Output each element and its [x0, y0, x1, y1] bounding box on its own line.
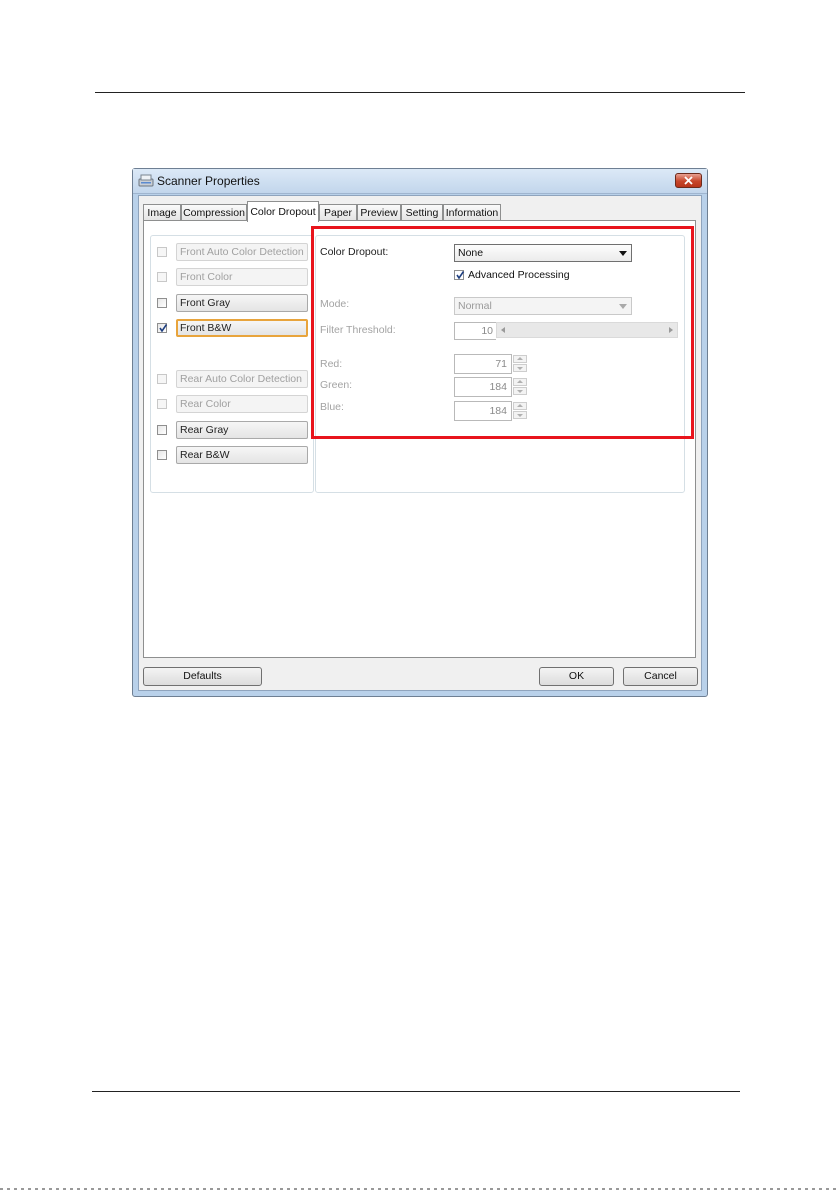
highlight-box — [311, 226, 694, 439]
image-option-front-gray: Front Gray — [151, 294, 315, 313]
tab-paper[interactable]: Paper — [319, 204, 357, 221]
cancel-button[interactable]: Cancel — [623, 667, 698, 686]
front-auto-color-checkbox[interactable] — [157, 247, 167, 257]
image-option-front-bw: Front B&W — [151, 319, 315, 338]
front-color-checkbox[interactable] — [157, 272, 167, 282]
ok-button[interactable]: OK — [539, 667, 614, 686]
rear-gray-button[interactable]: Rear Gray — [176, 421, 308, 439]
image-option-rear-bw: Rear B&W — [151, 446, 315, 465]
image-option-rear-color: Rear Color — [151, 395, 315, 414]
front-bw-checkbox[interactable] — [157, 323, 168, 333]
page-header-rule — [95, 92, 745, 93]
rear-color-button[interactable]: Rear Color — [176, 395, 308, 413]
image-option-front-color: Front Color — [151, 268, 315, 287]
front-auto-color-button[interactable]: Front Auto Color Detection — [176, 243, 308, 261]
checkmark-icon — [159, 324, 168, 333]
close-button[interactable] — [675, 173, 702, 188]
window-title: Scanner Properties — [157, 174, 260, 188]
rear-auto-color-button[interactable]: Rear Auto Color Detection — [176, 370, 308, 388]
title-bar: Scanner Properties — [133, 169, 707, 194]
tab-preview[interactable]: Preview — [357, 204, 401, 221]
tab-image[interactable]: Image — [143, 204, 181, 221]
page-bottom-edge — [0, 1188, 840, 1190]
image-selection-group: Front Auto Color Detection Front Color F… — [150, 235, 314, 493]
image-option-rear-auto-color: Rear Auto Color Detection — [151, 370, 315, 389]
tab-color-dropout[interactable]: Color Dropout — [247, 201, 319, 222]
scanner-icon — [138, 173, 154, 188]
close-icon — [684, 176, 693, 185]
rear-gray-checkbox[interactable] — [157, 425, 167, 435]
tab-information[interactable]: Information — [443, 204, 501, 221]
tab-compression[interactable]: Compression — [181, 204, 247, 221]
front-gray-checkbox[interactable] — [157, 298, 167, 308]
front-bw-button[interactable]: Front B&W — [176, 319, 308, 337]
front-gray-button[interactable]: Front Gray — [176, 294, 308, 312]
image-option-front-auto-color: Front Auto Color Detection — [151, 243, 315, 262]
defaults-button[interactable]: Defaults — [143, 667, 262, 686]
page-footer-rule — [92, 1091, 740, 1092]
rear-color-checkbox[interactable] — [157, 399, 167, 409]
tab-setting[interactable]: Setting — [401, 204, 443, 221]
rear-auto-color-checkbox[interactable] — [157, 374, 167, 384]
image-option-rear-gray: Rear Gray — [151, 421, 315, 440]
front-color-button[interactable]: Front Color — [176, 268, 308, 286]
rear-bw-button[interactable]: Rear B&W — [176, 446, 308, 464]
rear-bw-checkbox[interactable] — [157, 450, 167, 460]
